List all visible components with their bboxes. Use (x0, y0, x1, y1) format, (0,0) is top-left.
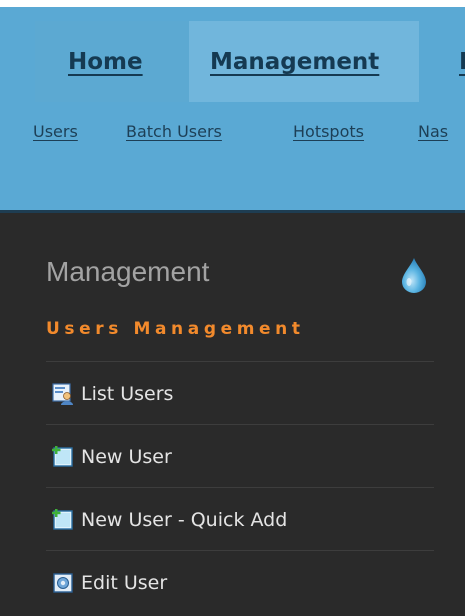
new-user-quick-add-icon (52, 509, 73, 530)
menu-item-label: Edit User (81, 572, 168, 594)
divider (46, 361, 434, 362)
divider (46, 424, 434, 425)
divider (46, 487, 434, 488)
list-users-icon (52, 383, 73, 405)
water-drop-icon (402, 258, 426, 293)
menu-item-new-user[interactable]: New User (46, 427, 434, 487)
menu-item-label: List Users (81, 383, 174, 405)
menu-item-edit-user[interactable]: Edit User (46, 553, 434, 613)
tab-next-truncated[interactable]: R (419, 21, 465, 102)
edit-user-icon (53, 573, 73, 593)
sub-navigation: Users Batch Users Hotspots Nas (0, 103, 465, 213)
menu-item-label: New User - Quick Add (81, 509, 288, 531)
menu-item-label: New User (81, 446, 172, 468)
main-navigation: Home Management R (0, 14, 465, 102)
new-user-icon (52, 446, 73, 467)
tab-management[interactable]: Management (189, 21, 419, 102)
subnav-nas[interactable]: Nas (418, 122, 448, 141)
subnav-hotspots[interactable]: Hotspots (293, 122, 364, 141)
section-title-users-management: Users Management (46, 319, 305, 339)
subnav-batch-users[interactable]: Batch Users (126, 122, 222, 141)
subnav-users[interactable]: Users (33, 122, 78, 141)
top-header: Home Management R Users Batch Users Hots… (0, 0, 465, 213)
divider (46, 550, 434, 551)
sidebar: Management Users Management List Users N… (0, 206, 465, 616)
tab-home[interactable]: Home (35, 21, 189, 102)
menu-item-list-users[interactable]: List Users (46, 364, 434, 424)
sidebar-title: Management (46, 256, 210, 287)
menu-item-new-user-quick-add[interactable]: New User - Quick Add (46, 490, 434, 550)
